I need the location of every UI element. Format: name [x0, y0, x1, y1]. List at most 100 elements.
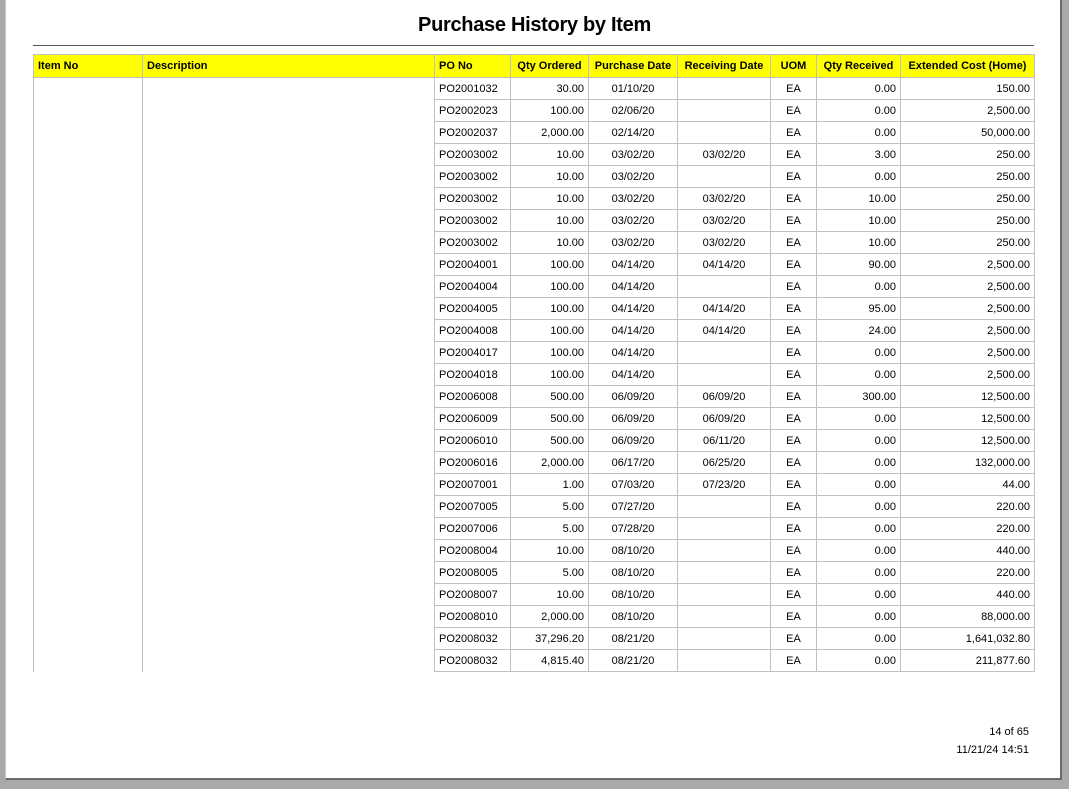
cell-uom: EA	[770, 473, 817, 496]
cell-receiving-date	[677, 275, 771, 298]
table-row: PO2003002 10.00 03/02/20 03/02/20 EA 3.00 250.…	[33, 143, 1035, 166]
cell-purchase-date: 06/09/20	[588, 407, 678, 430]
column-header-qty-received: Qty Received	[816, 54, 901, 78]
cell-qty-received: 0.00	[816, 275, 901, 298]
cell-uom: EA	[770, 121, 817, 144]
cell-extended-cost: 250.00	[900, 209, 1035, 232]
cell-purchase-date: 08/21/20	[588, 627, 678, 650]
cell-item-no	[33, 99, 143, 122]
cell-qty-ordered: 1.00	[510, 473, 589, 496]
cell-extended-cost: 88,000.00	[900, 605, 1035, 628]
cell-po-no: PO2004005	[434, 297, 511, 320]
cell-receiving-date	[677, 77, 771, 100]
cell-item-no	[33, 561, 143, 584]
cell-description	[142, 517, 435, 540]
cell-item-no	[33, 495, 143, 518]
cell-po-no: PO2008032	[434, 627, 511, 650]
table-row: PO2006016 2,000.00 06/17/20 06/25/20 EA 0.00 1…	[33, 451, 1035, 474]
cell-purchase-date: 02/14/20	[588, 121, 678, 144]
cell-qty-ordered: 10.00	[510, 539, 589, 562]
cell-item-no	[33, 429, 143, 452]
cell-qty-ordered: 2,000.00	[510, 605, 589, 628]
column-header-receiving-date: Receiving Date	[677, 54, 771, 78]
cell-extended-cost: 440.00	[900, 583, 1035, 606]
table-row: PO2004008 100.00 04/14/20 04/14/20 EA 24.00 2,…	[33, 319, 1035, 342]
cell-receiving-date	[677, 165, 771, 188]
cell-receiving-date: 03/02/20	[677, 143, 771, 166]
column-header-qty-ordered: Qty Ordered	[510, 54, 589, 78]
cell-purchase-date: 08/21/20	[588, 649, 678, 672]
table-row: PO2002037 2,000.00 02/14/20 EA 0.00 50,000.00	[33, 121, 1035, 144]
cell-item-no	[33, 341, 143, 364]
cell-po-no: PO2006009	[434, 407, 511, 430]
cell-uom: EA	[770, 583, 817, 606]
cell-purchase-date: 06/09/20	[588, 429, 678, 452]
cell-po-no: PO2006010	[434, 429, 511, 452]
cell-extended-cost: 12,500.00	[900, 385, 1035, 408]
table-row: PO2008032 37,296.20 08/21/20 EA 0.00 1,641,03…	[33, 627, 1035, 650]
table-header-row: Item No Description PO No Qty Ordered Pu…	[33, 54, 1035, 78]
cell-extended-cost: 2,500.00	[900, 253, 1035, 276]
cell-receiving-date: 03/02/20	[677, 209, 771, 232]
cell-receiving-date	[677, 649, 771, 672]
cell-qty-received: 24.00	[816, 319, 901, 342]
cell-qty-ordered: 4,815.40	[510, 649, 589, 672]
cell-qty-ordered: 2,000.00	[510, 451, 589, 474]
table-row: PO2003002 10.00 03/02/20 03/02/20 EA 10.00 250…	[33, 209, 1035, 232]
cell-uom: EA	[770, 363, 817, 386]
cell-purchase-date: 04/14/20	[588, 253, 678, 276]
cell-uom: EA	[770, 385, 817, 408]
cell-item-no	[33, 649, 143, 672]
cell-po-no: PO2002037	[434, 121, 511, 144]
cell-uom: EA	[770, 539, 817, 562]
cell-qty-received: 0.00	[816, 495, 901, 518]
table-row: PO2004004 100.00 04/14/20 EA 0.00 2,500.00	[33, 275, 1035, 298]
cell-po-no: PO2004018	[434, 363, 511, 386]
cell-item-no	[33, 627, 143, 650]
cell-purchase-date: 02/06/20	[588, 99, 678, 122]
cell-item-no	[33, 407, 143, 430]
table-body: PO2001032 30.00 01/10/20 EA 0.00 150.00 PO2002…	[33, 77, 1035, 672]
cell-purchase-date: 04/14/20	[588, 341, 678, 364]
cell-item-no	[33, 319, 143, 342]
table-row: PO2004001 100.00 04/14/20 04/14/20 EA 90.00 2,…	[33, 253, 1035, 276]
cell-receiving-date	[677, 539, 771, 562]
cell-qty-received: 10.00	[816, 209, 901, 232]
cell-extended-cost: 2,500.00	[900, 341, 1035, 364]
cell-qty-received: 95.00	[816, 297, 901, 320]
cell-qty-ordered: 10.00	[510, 231, 589, 254]
cell-purchase-date: 03/02/20	[588, 143, 678, 166]
cell-po-no: PO2002023	[434, 99, 511, 122]
cell-qty-ordered: 100.00	[510, 319, 589, 342]
cell-description	[142, 363, 435, 386]
column-header-po-no: PO No	[434, 54, 511, 78]
cell-extended-cost: 211,877.60	[900, 649, 1035, 672]
cell-description	[142, 561, 435, 584]
cell-qty-received: 0.00	[816, 649, 901, 672]
cell-item-no	[33, 121, 143, 144]
cell-purchase-date: 03/02/20	[588, 209, 678, 232]
cell-qty-received: 0.00	[816, 165, 901, 188]
cell-receiving-date	[677, 363, 771, 386]
purchase-history-table: Item No Description PO No Qty Ordered Pu…	[33, 54, 1035, 672]
cell-extended-cost: 250.00	[900, 231, 1035, 254]
cell-description	[142, 495, 435, 518]
table-row: PO2008004 10.00 08/10/20 EA 0.00 440.00	[33, 539, 1035, 562]
cell-purchase-date: 04/14/20	[588, 275, 678, 298]
cell-description	[142, 605, 435, 628]
cell-uom: EA	[770, 605, 817, 628]
cell-qty-received: 0.00	[816, 363, 901, 386]
table-row: PO2001032 30.00 01/10/20 EA 0.00 150.00	[33, 77, 1035, 100]
cell-receiving-date: 06/09/20	[677, 385, 771, 408]
cell-extended-cost: 1,641,032.80	[900, 627, 1035, 650]
cell-receiving-date: 06/25/20	[677, 451, 771, 474]
cell-item-no	[33, 253, 143, 276]
page-number: 14 of 65	[989, 726, 1029, 738]
table-row: PO2003002 10.00 03/02/20 03/02/20 EA 10.00 250…	[33, 231, 1035, 254]
cell-item-no	[33, 451, 143, 474]
cell-uom: EA	[770, 649, 817, 672]
cell-extended-cost: 250.00	[900, 143, 1035, 166]
cell-description	[142, 231, 435, 254]
cell-description	[142, 187, 435, 210]
cell-po-no: PO2008032	[434, 649, 511, 672]
